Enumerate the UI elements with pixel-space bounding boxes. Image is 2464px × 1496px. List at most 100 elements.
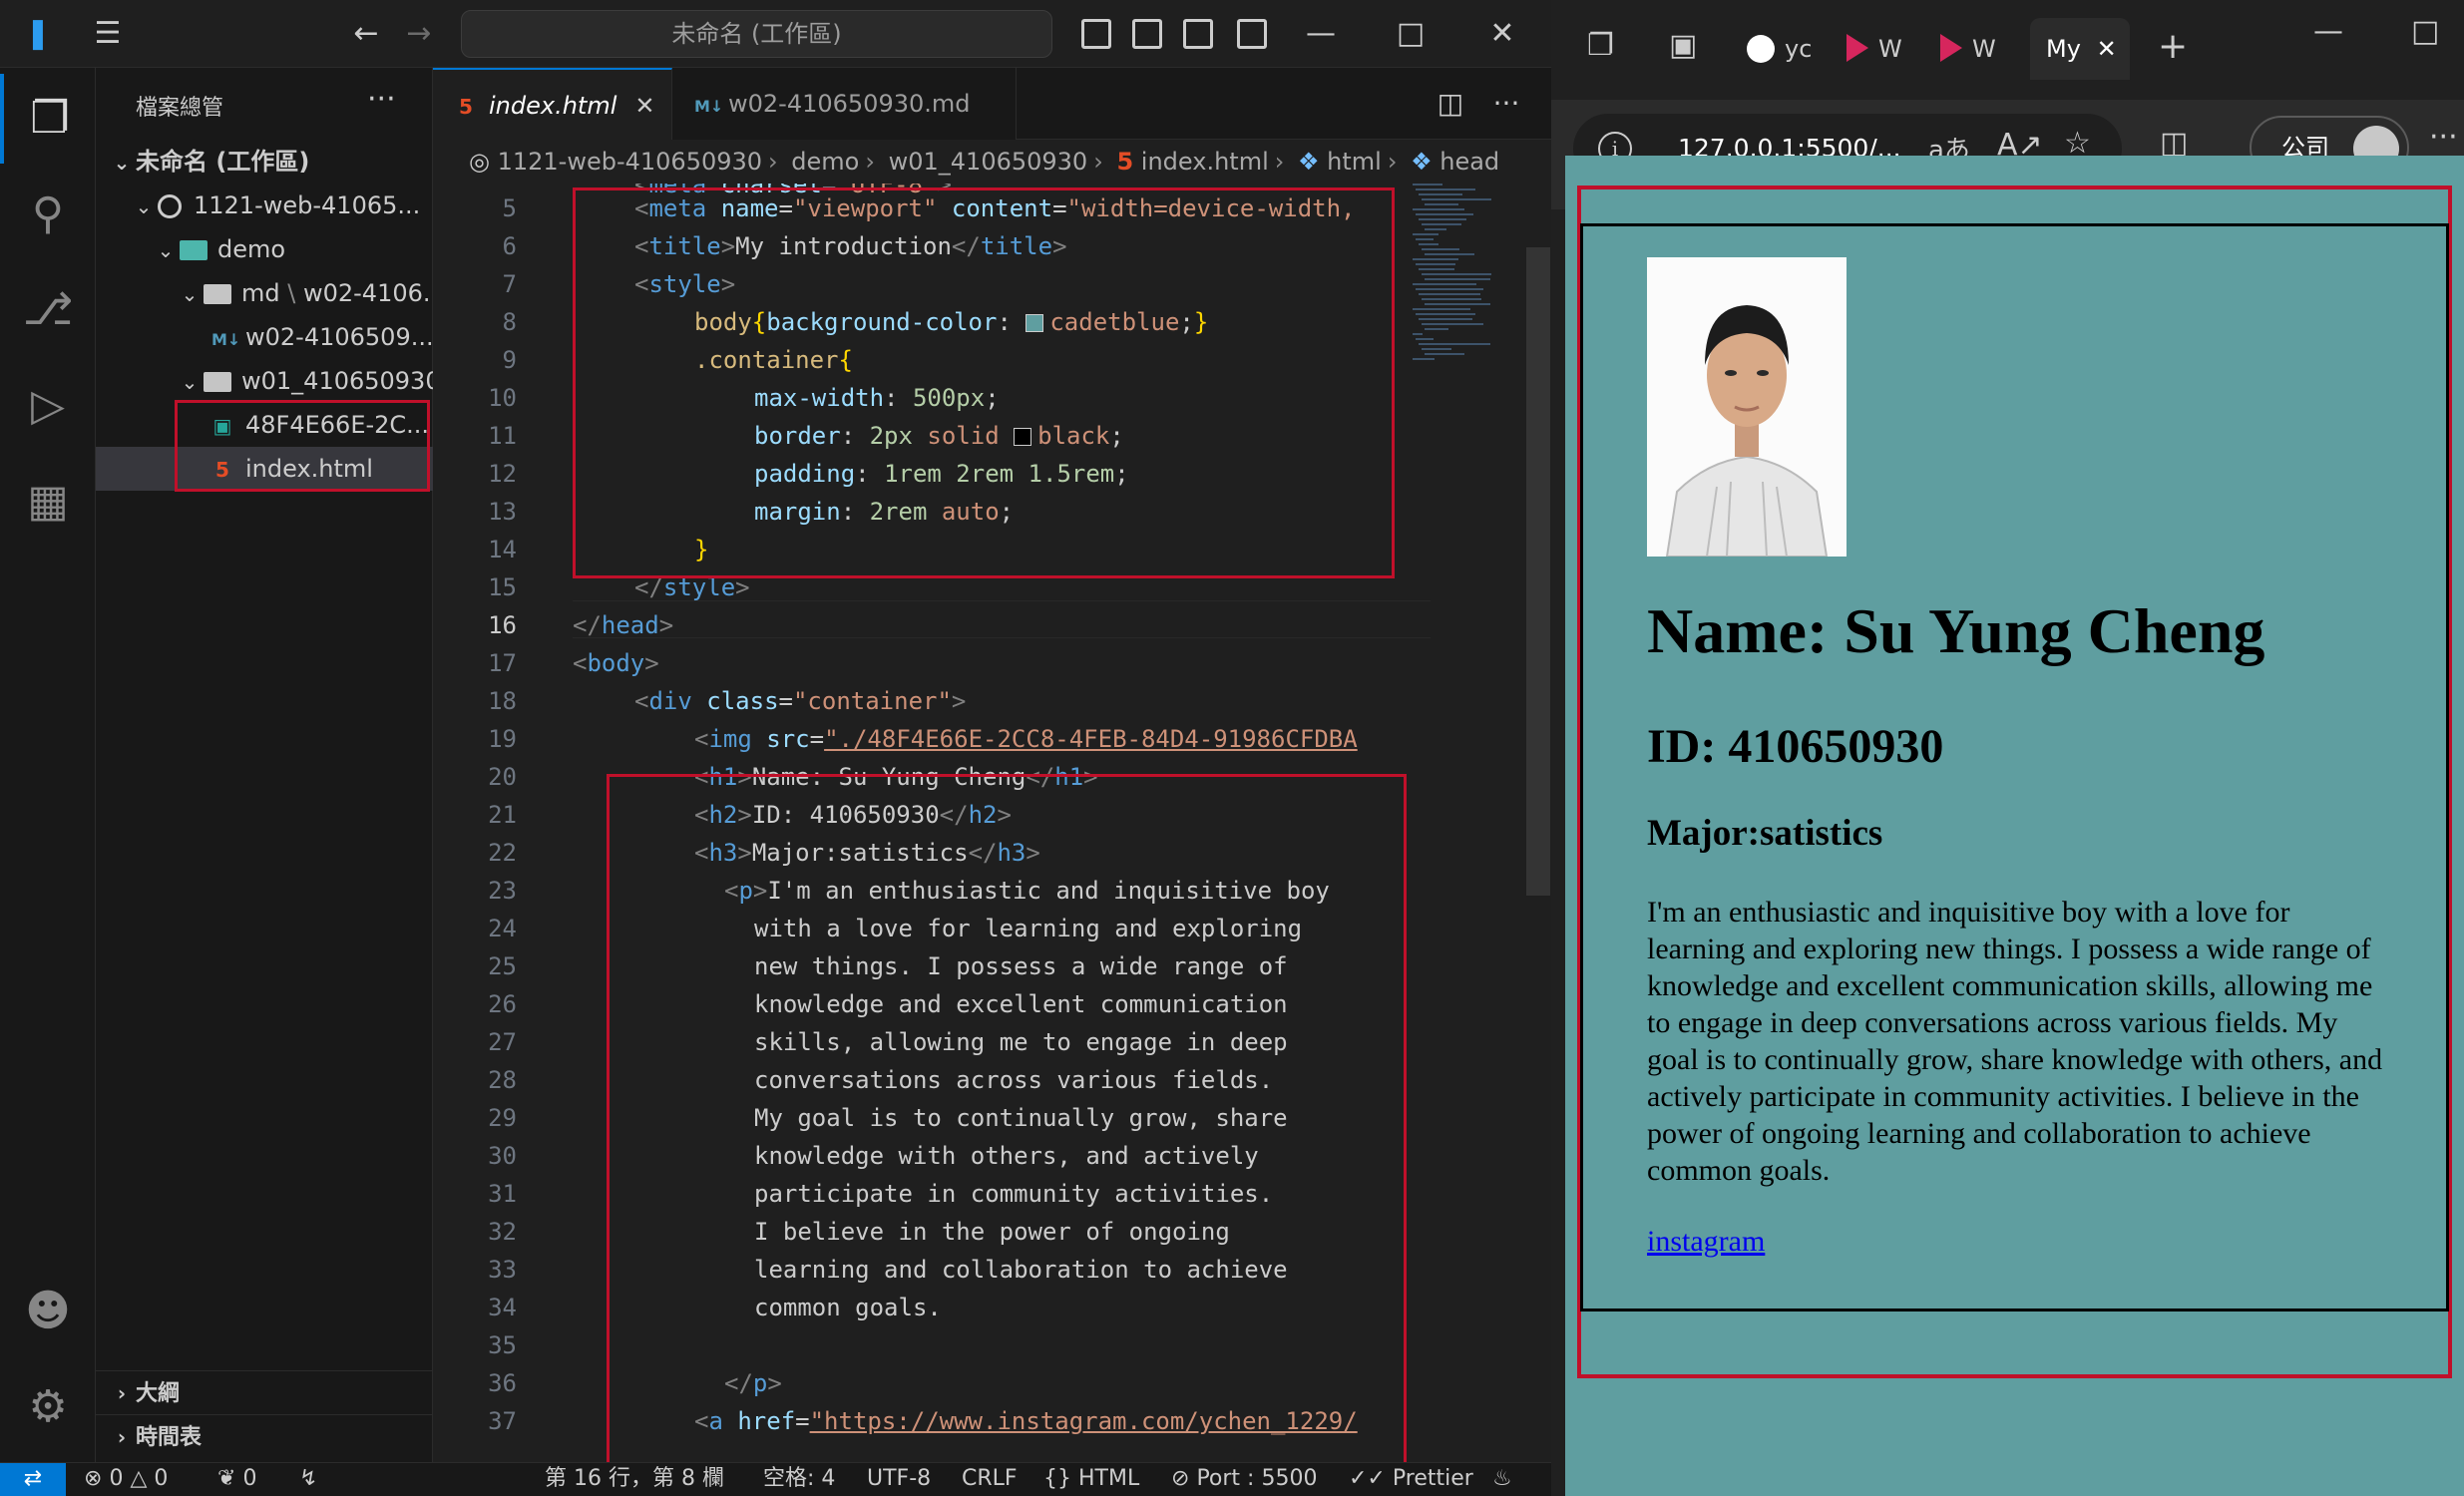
minimap-line [1413, 283, 1476, 285]
source-control-icon[interactable]: ⎇ [0, 265, 96, 355]
command-center-search[interactable]: 未命名 (工作區) [461, 10, 1052, 58]
ports-indicator[interactable]: ❦ 0 [217, 1463, 256, 1495]
tree-folder-demo[interactable]: ⌄ demo [96, 227, 433, 271]
tree-folder-md[interactable]: ⌄ md \ w02-4106... [96, 271, 433, 315]
tab-index-html[interactable]: 5 index.html ✕ [433, 68, 672, 140]
toggle-primary-sidebar-icon[interactable] [1081, 19, 1111, 49]
outline-section[interactable]: › 大綱 [96, 1370, 433, 1414]
browser-tab-video-2[interactable]: W [1940, 18, 2030, 80]
language-label: HTML [1078, 1466, 1140, 1491]
minimap-line [1413, 358, 1435, 360]
language-mode[interactable]: {} HTML [1043, 1463, 1139, 1495]
code-editor[interactable]: <meta charset="UTF-8"> <meta name="viewp… [433, 184, 1431, 1462]
timeline-section[interactable]: › 時間表 [96, 1414, 433, 1458]
browser-menu-icon[interactable]: ··· [2429, 120, 2458, 155]
tree-file-md[interactable]: M↓ w02-4106509... [96, 315, 433, 359]
accounts-icon[interactable]: ☻ [0, 1267, 96, 1356]
split-editor-icon[interactable]: ◫ [1429, 70, 1472, 138]
breadcrumb-item[interactable]: w01_410650930 [889, 148, 1088, 176]
lightning-icon[interactable]: ↯ [299, 1463, 317, 1495]
tab-md-file[interactable]: M↓ w02-410650930.md [672, 68, 1017, 140]
breadcrumb-item[interactable]: index.html [1141, 148, 1269, 176]
browser-tab-github[interactable]: yc [1747, 18, 1854, 80]
tree-folder-w01[interactable]: ⌄ w01_410650930 [96, 359, 433, 403]
toggle-panel-icon[interactable] [1132, 19, 1162, 49]
close-tab-icon[interactable]: ✕ [634, 92, 654, 120]
problems-indicator[interactable]: ⊗ 0 △ 0 [84, 1463, 168, 1495]
minimize-icon[interactable]: — [2313, 14, 2343, 49]
error-icon: ⊗ [84, 1466, 103, 1491]
run-debug-icon[interactable]: ▷ [0, 361, 96, 451]
menu-icon[interactable]: ☰ [86, 0, 130, 68]
chevron-down-icon: ⌄ [135, 194, 153, 218]
search-icon[interactable]: ⚲ [0, 170, 96, 259]
minimap-line [1425, 253, 1474, 255]
minimap-line [1416, 313, 1475, 315]
minimap[interactable] [1407, 184, 1516, 403]
line-number: 16 [488, 611, 517, 639]
minimap-line [1425, 278, 1490, 280]
end-of-line[interactable]: CRLF [962, 1463, 1018, 1495]
editor-scroll-thumb[interactable] [1526, 247, 1550, 896]
ports-count: 0 [242, 1466, 257, 1491]
title-bar: ❚ ☰ ← → 未命名 (工作區) — □ ✕ [0, 0, 1551, 68]
minimap-line [1425, 328, 1448, 330]
explorer-sidebar: 檔案總管 ··· ⌄ 未命名 (工作區) ⌄ 1121-web-41065... ⌄… [96, 68, 433, 1462]
encoding[interactable]: UTF-8 [867, 1463, 931, 1495]
workspaces-icon[interactable]: ❐ [1587, 28, 1614, 63]
minimap-line [1413, 333, 1423, 335]
forward-arrow-icon[interactable]: → [397, 0, 441, 68]
indentation[interactable]: 空格: 4 [763, 1463, 835, 1495]
toggle-secondary-sidebar-icon[interactable] [1183, 19, 1213, 49]
braces-icon: {} [1043, 1466, 1071, 1491]
cursor-position[interactable]: 第 16 行，第 8 欄 [545, 1463, 724, 1495]
minimap-line [1419, 343, 1490, 345]
back-arrow-icon[interactable]: ← [344, 0, 388, 68]
line-number: 29 [488, 1104, 517, 1132]
tree-label: w02-4106509... [245, 323, 433, 351]
prettier-status[interactable]: ✓✓ Prettier [1349, 1463, 1473, 1495]
html-file-icon: 5 [1116, 148, 1134, 176]
tab-actions-icon[interactable]: ▣ [1669, 28, 1697, 63]
settings-gear-icon[interactable]: ⚙ [0, 1362, 96, 1452]
line-number: 23 [488, 877, 517, 905]
remote-indicator-icon[interactable]: ⇄ [0, 1463, 66, 1496]
breadcrumb-item[interactable]: head [1439, 148, 1499, 176]
browser-tab-video-1[interactable]: W [1847, 18, 1936, 80]
breadcrumb-item[interactable]: html [1327, 148, 1382, 176]
editor-more-actions-icon[interactable]: ··· [1484, 70, 1528, 138]
minimap-line [1422, 323, 1483, 325]
tree-label: md [241, 279, 280, 307]
minimap-line [1413, 208, 1464, 210]
line-number: 27 [488, 1028, 517, 1056]
instagram-link[interactable]: instagram [1647, 1225, 1765, 1259]
tree-folder-root[interactable]: ⌄ 1121-web-41065... [96, 184, 433, 227]
browser-tab-strip: ❐ ▣ yc W W My ✕ + — □ [1551, 0, 2464, 100]
maximize-icon[interactable]: □ [2411, 14, 2439, 49]
minimize-icon[interactable]: — [1297, 0, 1345, 68]
close-window-icon[interactable]: ✕ [1478, 0, 1526, 68]
minimap-line [1416, 338, 1434, 340]
close-tab-icon[interactable]: ✕ [2097, 35, 2117, 63]
line-number: 17 [488, 649, 517, 677]
breadcrumb-item[interactable]: 1121-web-410650930 [498, 148, 762, 176]
customize-layout-icon[interactable] [1237, 19, 1267, 49]
line-number: 13 [488, 498, 517, 526]
tree-workspace[interactable]: ⌄ 未命名 (工作區) [96, 140, 433, 184]
minimap-line [1419, 193, 1462, 195]
more-actions-icon[interactable]: ··· [367, 82, 396, 117]
maximize-icon[interactable]: □ [1387, 0, 1435, 68]
line-number: 7 [502, 270, 517, 298]
new-tab-icon[interactable]: + [2158, 26, 2188, 67]
breadcrumb-item[interactable]: demo [791, 148, 859, 176]
timeline-label: 時間表 [136, 1425, 203, 1450]
line-number: 12 [488, 460, 517, 488]
tree-label: 1121-web-41065... [194, 191, 421, 219]
browser-tab-active[interactable]: My ✕ [2030, 18, 2130, 80]
extensions-icon[interactable]: ▦ [0, 457, 96, 547]
line-number: 9 [502, 346, 517, 374]
live-server-port[interactable]: ⊘ Port : 5500 [1171, 1463, 1317, 1495]
explorer-icon[interactable]: ❐ [0, 74, 96, 164]
bell-icon[interactable]: ♨ [1492, 1463, 1512, 1495]
highlight-box-files [175, 400, 430, 492]
